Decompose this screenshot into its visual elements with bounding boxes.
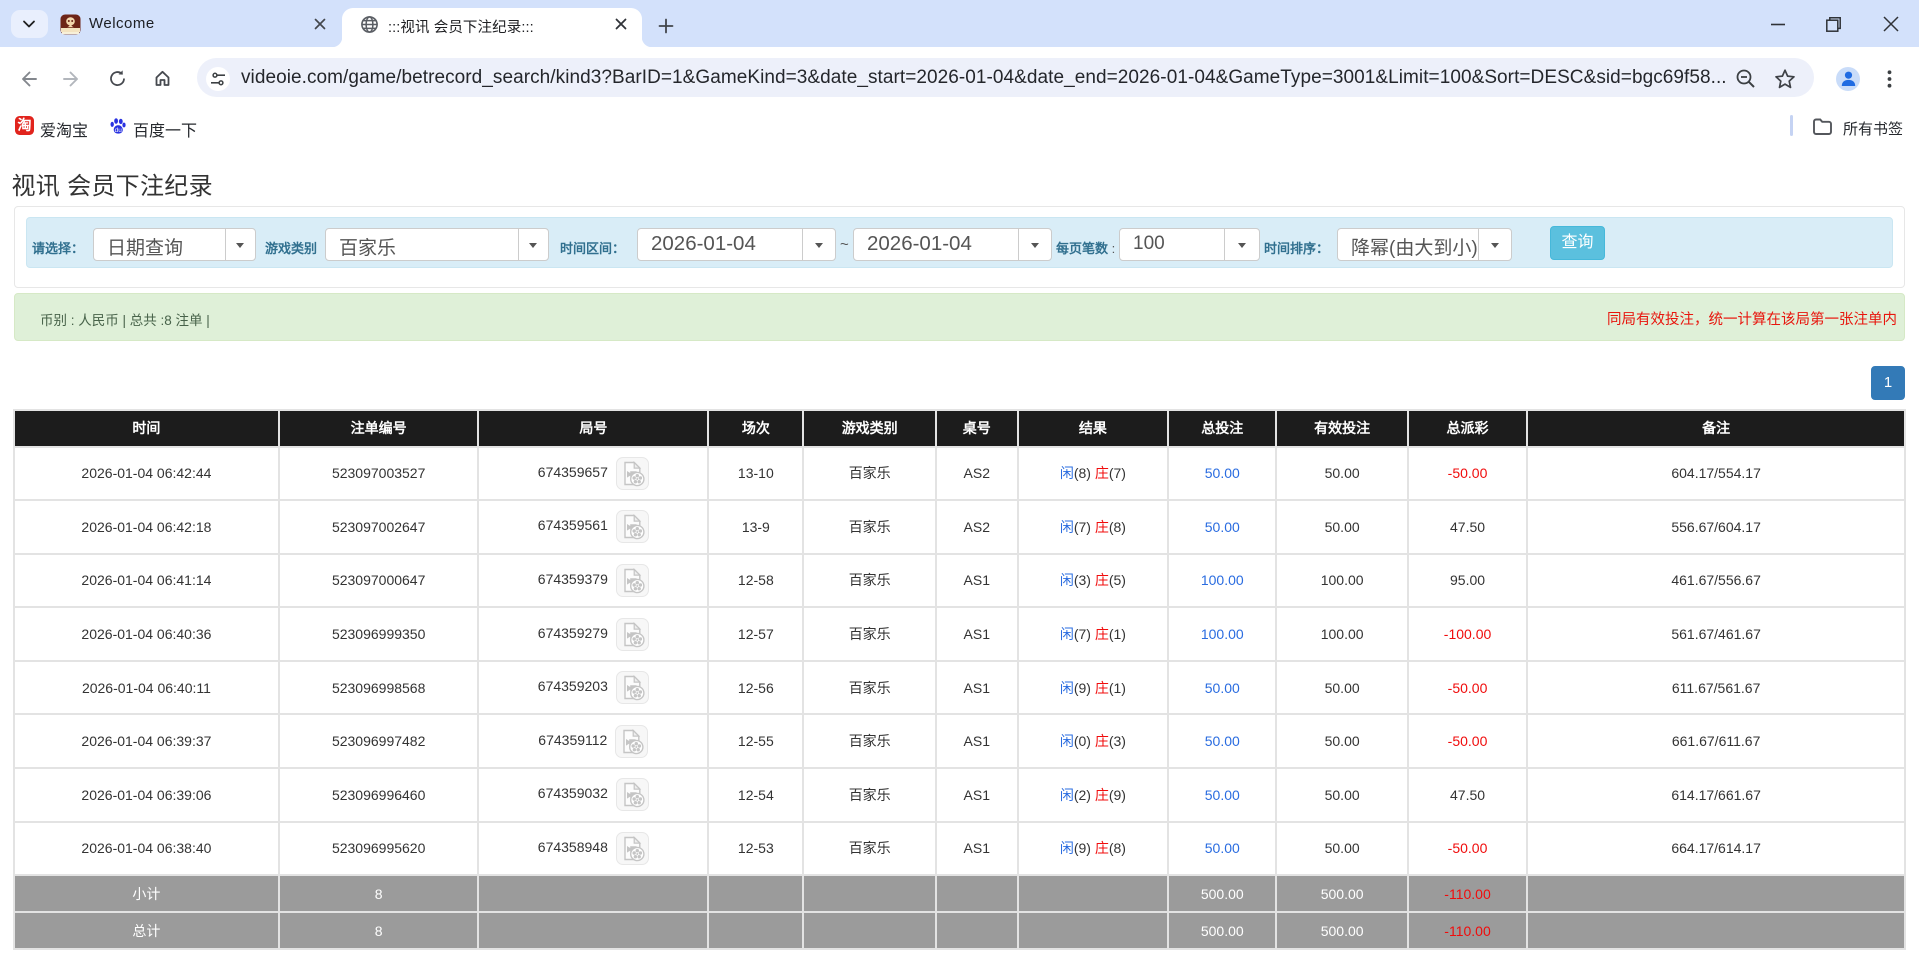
svg-text:du: du <box>115 127 123 134</box>
